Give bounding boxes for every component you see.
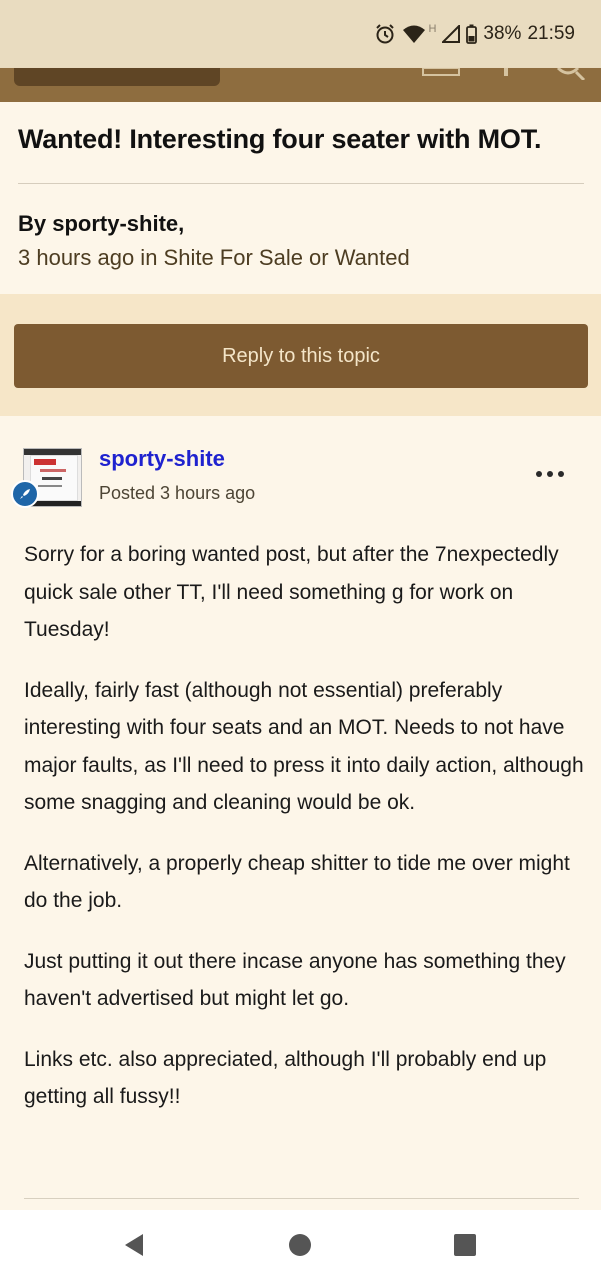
post-paragraph: Sorry for a boring wanted post, but afte…: [24, 543, 559, 641]
topic-meta[interactable]: 3 hours ago in Shite For Sale or Wanted: [18, 245, 410, 271]
topic-byline[interactable]: By sporty-shite,: [18, 211, 184, 237]
status-icons: H 38% 21:59: [374, 20, 575, 48]
back-icon[interactable]: [119, 1230, 149, 1260]
rocket-icon: [20, 489, 30, 499]
status-bar: H 38% 21:59: [0, 0, 601, 68]
rank-badge[interactable]: [11, 480, 39, 508]
alarm-icon: [376, 24, 395, 44]
site-header: [0, 68, 601, 102]
post-author-link[interactable]: sporty-shite: [99, 446, 225, 472]
search-icon[interactable]: [556, 68, 586, 80]
reply-button[interactable]: Reply to this topic: [14, 324, 588, 388]
divider: [24, 1198, 579, 1199]
post-paragraph: Just putting it out there incase anyone …: [24, 949, 566, 1011]
network-type-label: H: [428, 23, 437, 35]
clock-time: 21:59: [527, 23, 575, 44]
signal-icon: [442, 25, 461, 43]
breadcrumb[interactable]: [14, 68, 220, 86]
battery-icon: [466, 24, 478, 44]
user-icon[interactable]: [500, 68, 512, 76]
recents-icon[interactable]: [450, 1230, 480, 1260]
post-paragraph: Links etc. also appreciated, although I'…: [24, 1047, 547, 1109]
home-icon[interactable]: [285, 1230, 315, 1260]
more-options-icon[interactable]: [536, 466, 564, 482]
activity-icon[interactable]: [422, 68, 460, 76]
post-paragraph: Alternatively, a properly cheap shitter …: [24, 851, 570, 913]
post-content: Sorry for a boring wanted post, but afte…: [24, 536, 586, 1139]
battery-percent: 38%: [483, 23, 522, 44]
wifi-icon: [403, 25, 426, 43]
page-title: Wanted! Interesting four seater with MOT…: [18, 124, 542, 154]
post-timestamp[interactable]: Posted 3 hours ago: [99, 483, 255, 504]
post-paragraph: Ideally, fairly fast (although not essen…: [24, 678, 584, 815]
divider: [18, 183, 584, 184]
